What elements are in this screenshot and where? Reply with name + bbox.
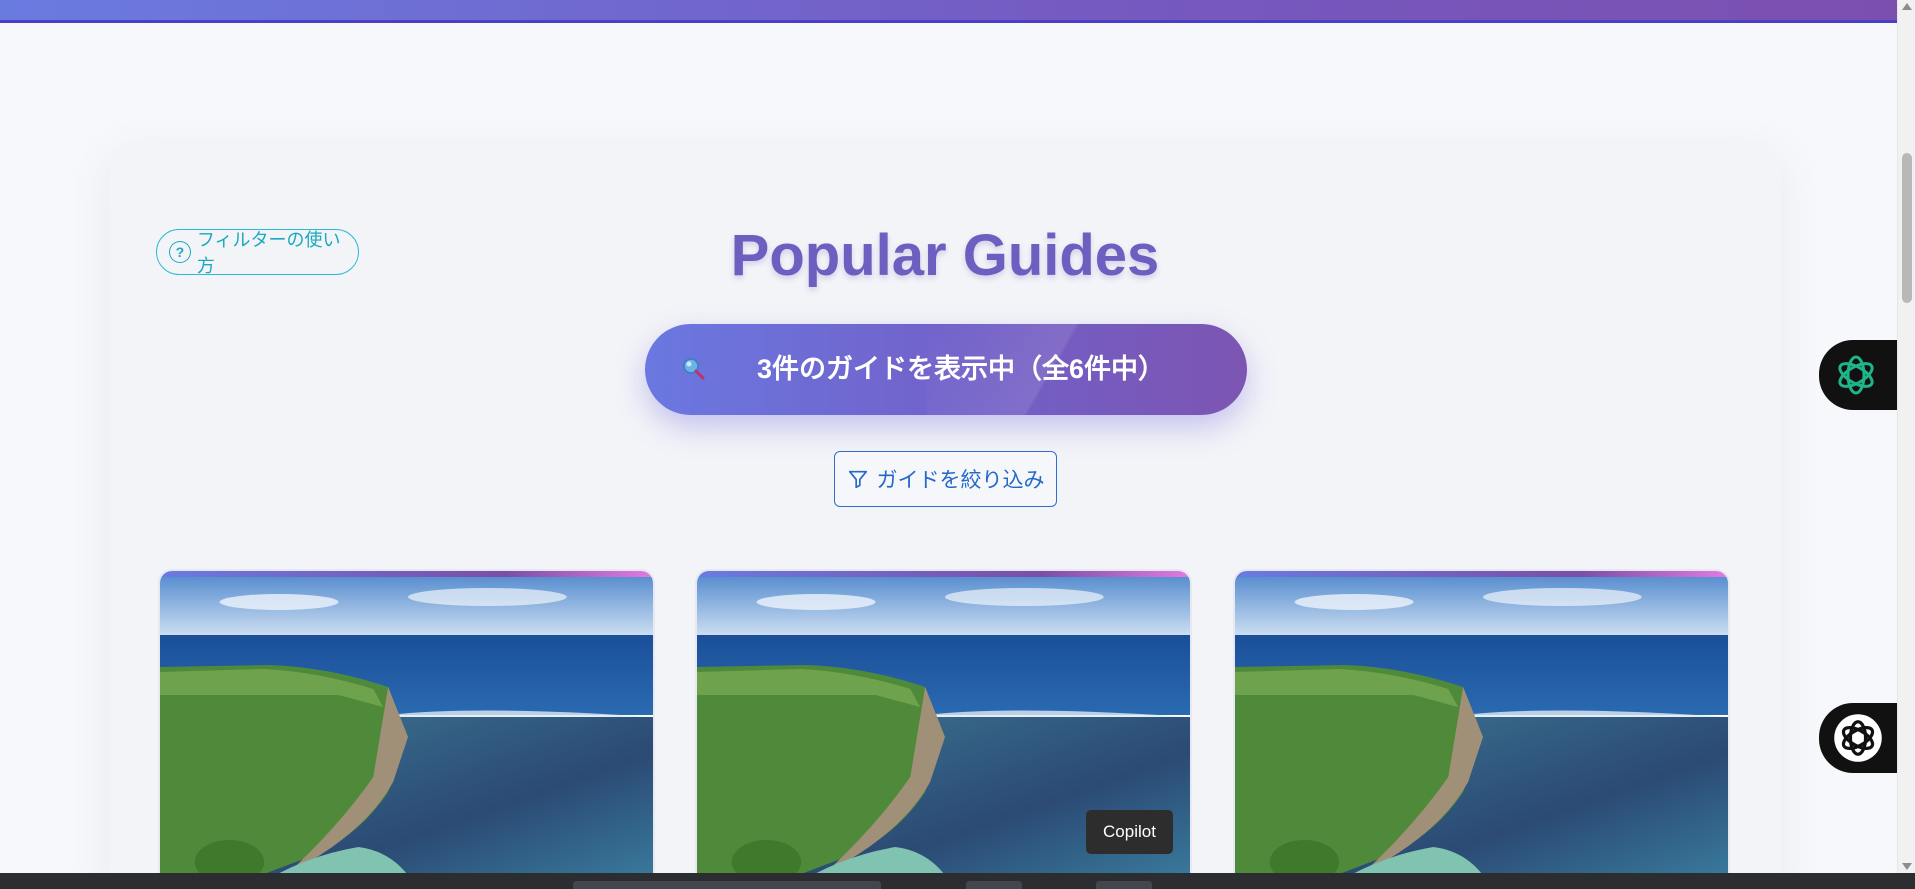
top-gradient-bar — [0, 0, 1897, 23]
coastal-cliff-photo — [160, 577, 653, 887]
filter-guides-button[interactable]: ガイドを絞り込み — [834, 451, 1057, 507]
guide-card[interactable] — [158, 569, 655, 889]
taskbar — [0, 873, 1915, 889]
taskbar-item[interactable] — [1096, 881, 1152, 889]
funnel-icon — [848, 470, 867, 489]
taskbar-item[interactable] — [573, 881, 881, 889]
taskbar-item[interactable] — [966, 881, 1022, 889]
guide-card[interactable] — [1233, 569, 1730, 889]
scrollbar-thumb[interactable] — [1902, 153, 1912, 303]
results-status-text: 3件のガイドを表示中（全6件中） — [757, 354, 1166, 384]
chatgpt-green-icon — [1838, 355, 1874, 395]
copilot-tooltip: Copilot — [1086, 810, 1173, 854]
scroll-up-arrow-icon[interactable] — [1902, 3, 1912, 10]
magnifier-icon — [683, 358, 705, 380]
coastal-cliff-photo — [1235, 577, 1728, 887]
scroll-down-arrow-icon[interactable] — [1902, 863, 1912, 870]
chatgpt-side-button[interactable] — [1819, 340, 1899, 410]
openai-icon — [1834, 714, 1882, 762]
vertical-scrollbar[interactable] — [1897, 0, 1915, 873]
openai-side-button[interactable] — [1819, 703, 1899, 773]
page-title: Popular Guides — [730, 223, 1160, 288]
results-status-pill: 3件のガイドを表示中（全6件中） — [645, 324, 1247, 415]
filter-guides-label: ガイドを絞り込み — [876, 469, 1045, 492]
